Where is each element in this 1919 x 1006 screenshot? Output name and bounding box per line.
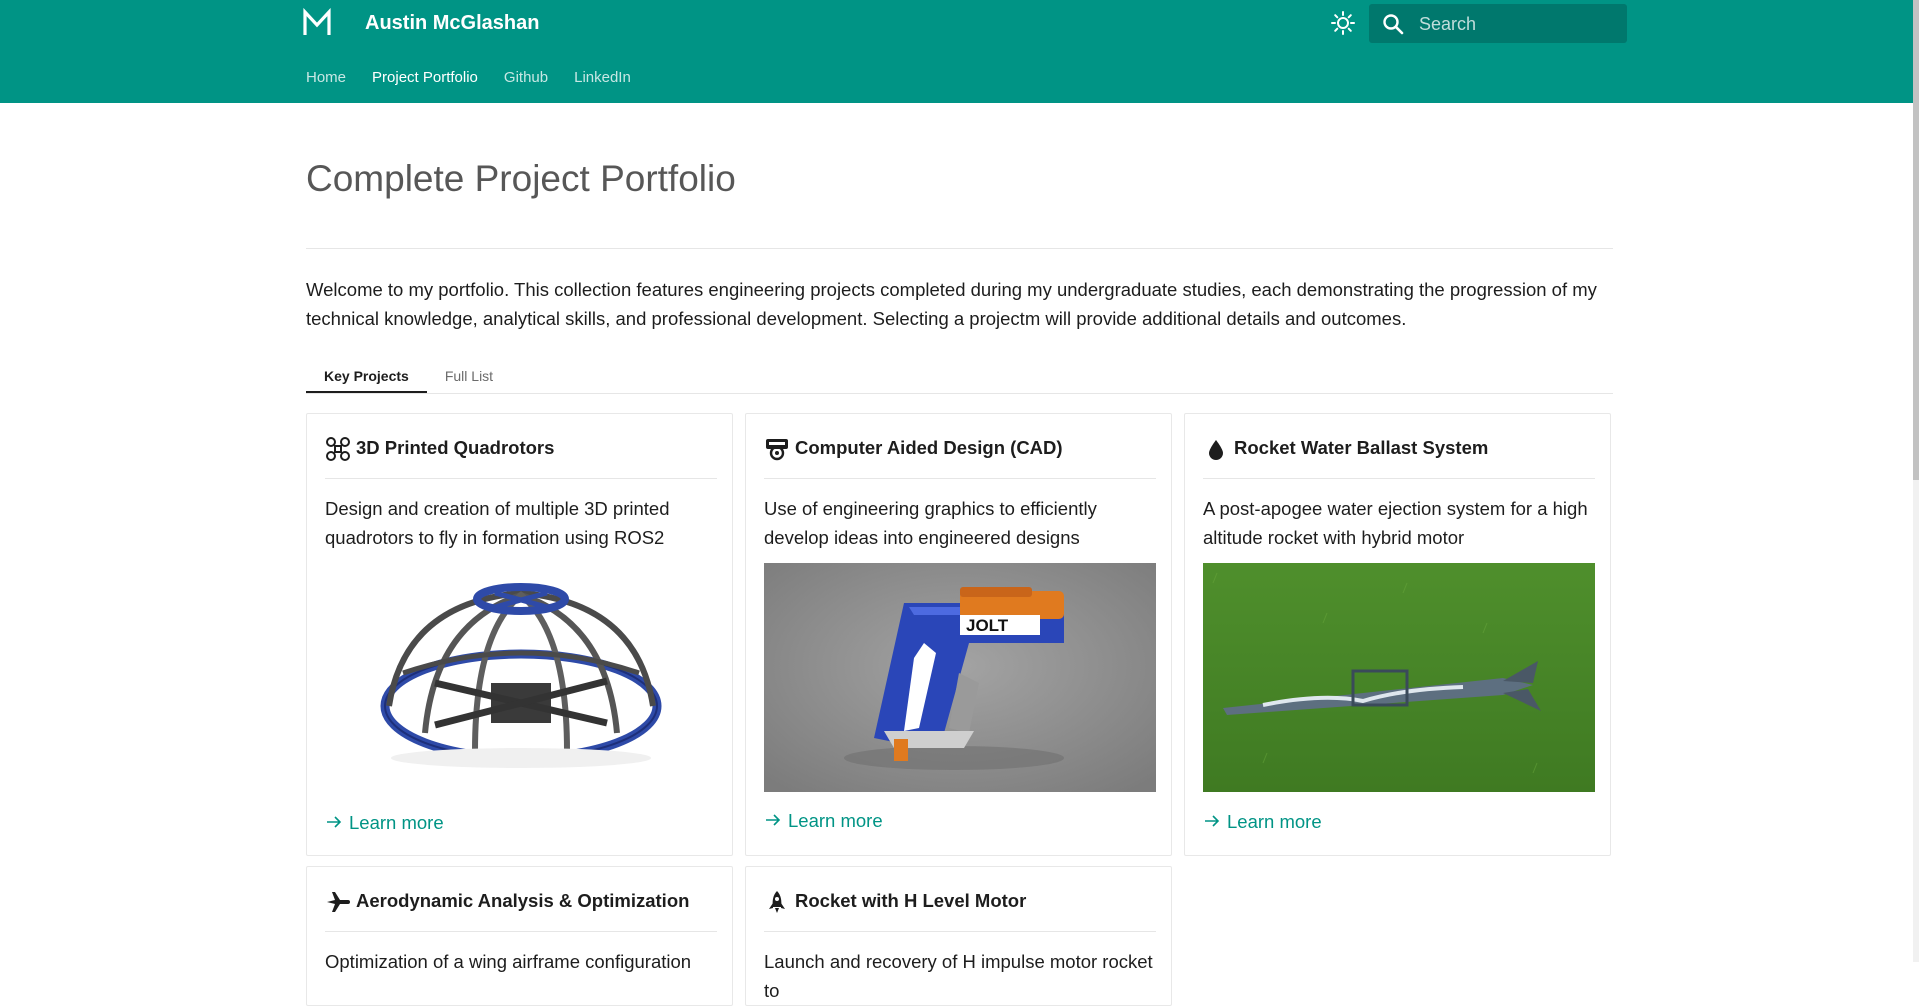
theme-toggle-icon[interactable] <box>1329 9 1357 37</box>
project-card-aerodynamics: Aerodynamic Analysis & Optimization Opti… <box>306 866 733 1006</box>
site-logo-icon[interactable] <box>302 8 332 38</box>
card-header: Computer Aided Design (CAD) <box>764 432 1156 464</box>
arrow-right-icon <box>327 816 342 828</box>
project-card-h-rocket: Rocket with H Level Motor Launch and rec… <box>745 866 1172 1006</box>
site-title[interactable]: Austin McGlashan <box>365 9 539 37</box>
card-divider <box>764 931 1156 932</box>
tabs-divider <box>306 393 1613 394</box>
cad-blaster-image[interactable]: JOLT <box>764 563 1156 792</box>
card-description: Design and creation of multiple 3D print… <box>325 498 670 548</box>
arrow-right-icon <box>1205 815 1220 827</box>
card-title[interactable]: Rocket Water Ballast System <box>1234 434 1488 462</box>
learn-more-label: Learn more <box>788 810 883 831</box>
project-card-cad: Computer Aided Design (CAD) Use of engin… <box>745 413 1172 856</box>
learn-more-link[interactable]: Learn more <box>1203 809 1322 835</box>
learn-more-link[interactable]: Learn more <box>764 808 883 834</box>
intro-paragraph: Welcome to my portfolio. This collection… <box>306 279 1597 329</box>
card-divider <box>764 478 1156 479</box>
project-card-quadrotors: 3D Printed Quadrotors Design and creatio… <box>306 413 733 856</box>
rocket-on-grass-image[interactable] <box>1203 563 1595 792</box>
primary-nav: Home Project Portfolio Github LinkedIn <box>306 66 657 90</box>
card-title[interactable]: Computer Aided Design (CAD) <box>795 434 1063 462</box>
airplane-icon <box>327 892 350 912</box>
svg-text:JOLT: JOLT <box>966 616 1009 635</box>
card-description: Use of engineering graphics to efficient… <box>764 498 1097 548</box>
cad-icon <box>766 439 788 461</box>
card-title[interactable]: 3D Printed Quadrotors <box>356 434 554 462</box>
search-icon <box>1383 14 1404 35</box>
content-tabs: Key Projects Full List <box>306 358 511 394</box>
nav-tab-project-portfolio[interactable]: Project Portfolio <box>372 66 478 90</box>
search-input[interactable] <box>1417 4 1621 45</box>
card-header: 3D Printed Quadrotors <box>325 432 717 464</box>
card-header: Aerodynamic Analysis & Optimization <box>325 885 717 917</box>
search-box[interactable] <box>1369 4 1627 45</box>
card-title[interactable]: Rocket with H Level Motor <box>795 887 1026 915</box>
tab-full-list[interactable]: Full List <box>427 358 511 394</box>
card-divider <box>325 478 717 479</box>
card-header: Rocket Water Ballast System <box>1203 432 1595 464</box>
card-description: A post-apogee water ejection system for … <box>1203 498 1588 548</box>
card-description: Launch and recovery of H impulse motor r… <box>764 951 1153 1001</box>
card-divider <box>1203 478 1595 479</box>
rocket-icon <box>769 891 785 913</box>
nav-tab-home[interactable]: Home <box>306 66 346 90</box>
quadrotor-image[interactable] <box>325 563 717 792</box>
learn-more-label: Learn more <box>1227 811 1322 832</box>
title-divider <box>306 248 1613 249</box>
learn-more-link[interactable]: Learn more <box>325 810 444 836</box>
tab-key-projects[interactable]: Key Projects <box>306 358 427 394</box>
quadcopter-icon <box>326 437 350 461</box>
top-header: Austin McGlashan Home Project Portfolio … <box>0 0 1919 103</box>
card-header: Rocket with H Level Motor <box>764 885 1156 917</box>
card-title[interactable]: Aerodynamic Analysis & Optimization <box>356 887 689 915</box>
nav-tab-github[interactable]: Github <box>504 66 548 90</box>
arrow-right-icon <box>766 814 781 826</box>
scrollbar-thumb[interactable] <box>1913 0 1919 480</box>
project-card-water-ballast: Rocket Water Ballast System A post-apoge… <box>1184 413 1611 856</box>
page-title: Complete Project Portfolio <box>306 158 736 199</box>
water-drop-icon <box>1209 440 1223 460</box>
learn-more-label: Learn more <box>349 812 444 833</box>
nav-tab-linkedin[interactable]: LinkedIn <box>574 66 631 90</box>
card-divider <box>325 931 717 932</box>
